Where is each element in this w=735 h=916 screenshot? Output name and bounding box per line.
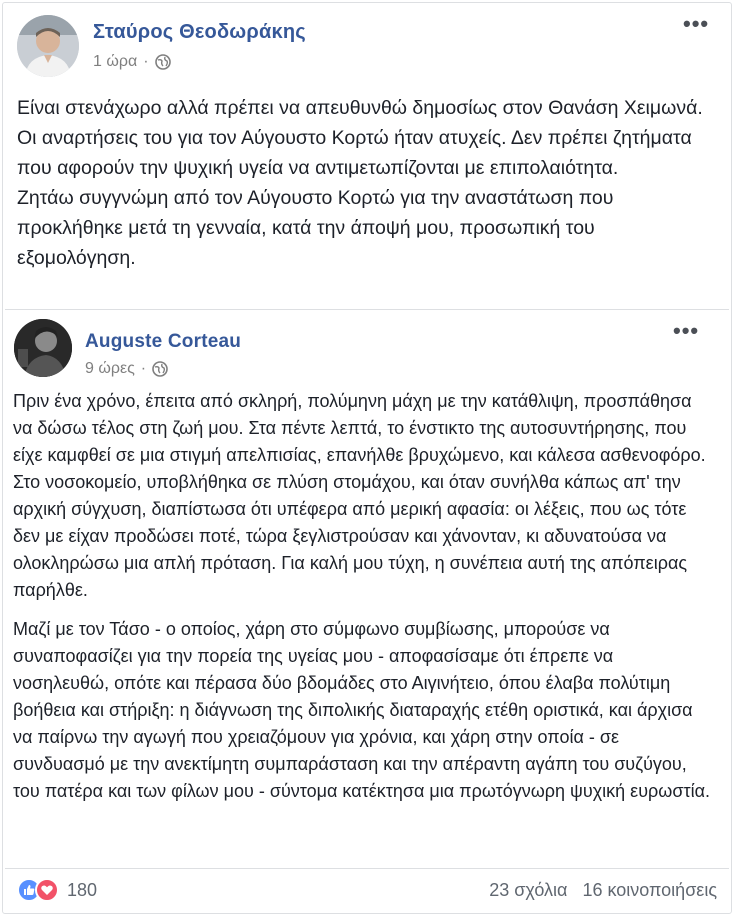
shared-post-paragraph: Πριν ένα χρόνο, έπειτα από σκληρή, πολύμ… [13, 391, 706, 600]
shared-post-timestamp[interactable]: 9 ώρες [85, 360, 135, 378]
shared-post-body: Πριν ένα χρόνο, έπειτα από σκληρή, πολύμ… [13, 388, 713, 817]
meta-separator: · [143, 53, 149, 70]
post-paragraph: Ζητάω συγγνώμη από τον Αύγουστο Κορτώ γι… [17, 187, 614, 269]
post-footer: 180 23 σχόλια 16 κοινοποιήσεις [17, 875, 717, 905]
author-name[interactable]: Σταύρος Θεοδωράκης [93, 21, 306, 44]
reactions-summary[interactable]: 180 [17, 878, 97, 902]
shared-author-avatar[interactable] [14, 319, 72, 377]
post-meta: 1 ώρα · [93, 53, 171, 71]
shared-author-name[interactable]: Auguste Corteau [85, 331, 241, 353]
post-body: Είναι στενάχωρο αλλά πρέπει να απευθυνθώ… [17, 93, 717, 273]
shares-count[interactable]: 16 κοινοποιήσεις [582, 880, 717, 900]
engagement-counts: 23 σχόλια 16 κοινοποιήσεις [479, 880, 717, 901]
more-options-icon[interactable]: ••• [673, 320, 699, 342]
post-paragraph: Είναι στενάχωρο αλλά πρέπει να απευθυνθώ… [17, 97, 703, 179]
shared-post[interactable]: Auguste Corteau 9 ώρες · ••• Πριν ένα χρ… [5, 309, 729, 869]
globe-icon[interactable] [152, 361, 168, 377]
globe-icon[interactable] [154, 54, 171, 70]
author-avatar[interactable] [17, 15, 79, 77]
shared-post-paragraph: Μαζί με τον Τάσο - ο οποίος, χάρη στο σύ… [13, 619, 710, 801]
meta-separator: · [140, 360, 147, 377]
comments-count[interactable]: 23 σχόλια [489, 880, 567, 900]
facebook-post: Σταύρος Θεοδωράκης 1 ώρα · ••• Είναι στε… [2, 2, 732, 914]
reaction-count[interactable]: 180 [67, 880, 97, 901]
post-timestamp[interactable]: 1 ώρα [93, 53, 137, 71]
shared-post-meta: 9 ώρες · [85, 360, 168, 378]
love-reaction-icon [35, 878, 59, 902]
more-options-icon[interactable]: ••• [683, 13, 709, 35]
